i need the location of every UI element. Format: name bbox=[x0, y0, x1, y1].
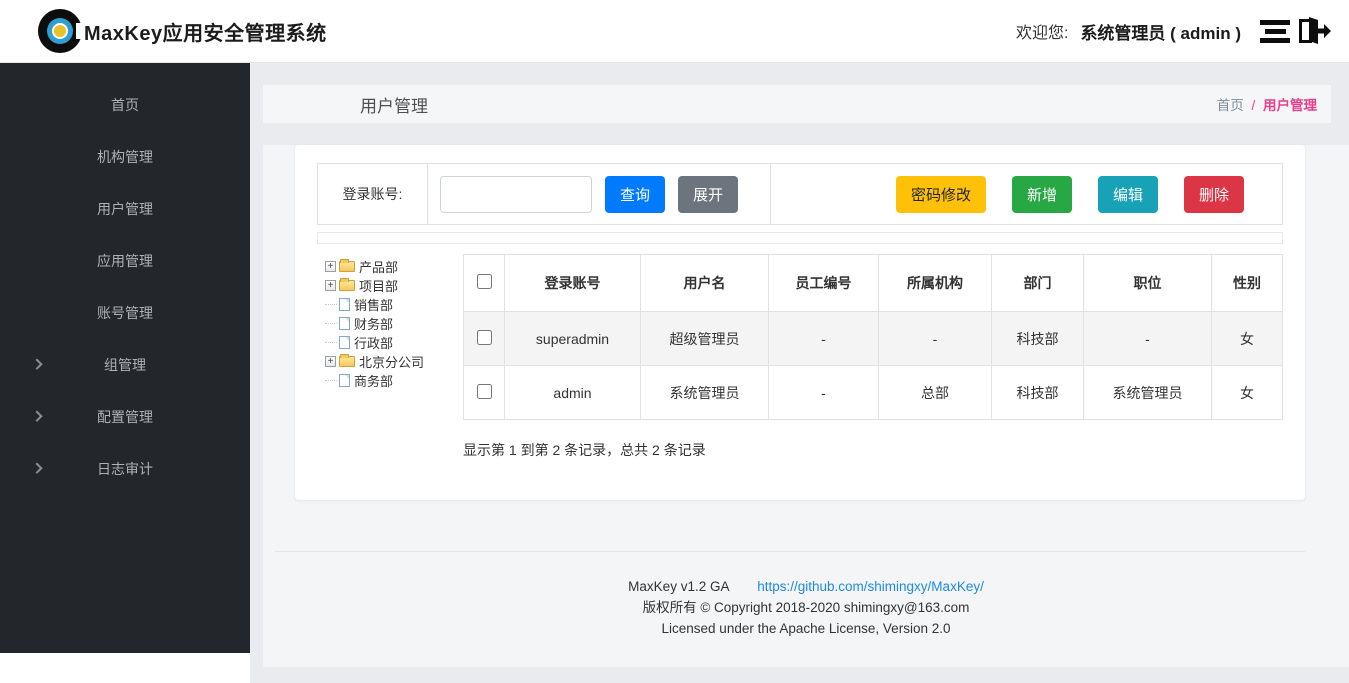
search-form: 登录账号: 查询 展开 密码修改 新增 编辑 删除 bbox=[317, 163, 1283, 225]
sidebar-item-config-mgmt[interactable]: 配置管理 bbox=[0, 391, 250, 443]
maxkey-logo-icon bbox=[38, 9, 82, 53]
col-header-organization: 所属机构 bbox=[879, 255, 992, 312]
org-tree: + 产品部 + 项目部 bbox=[317, 254, 463, 460]
table-toolbar-strip bbox=[317, 232, 1283, 244]
col-header-gender: 性别 bbox=[1212, 255, 1283, 312]
table-row-admin[interactable]: admin 系统管理员 - 总部 科技部 系统管理员 女 bbox=[464, 366, 1283, 420]
logout-icon[interactable] bbox=[1295, 14, 1331, 48]
menu-list-icon[interactable] bbox=[1259, 20, 1291, 43]
col-header-login-account: 登录账号 bbox=[505, 255, 641, 312]
tree-node-beijing-branch[interactable]: + 北京分公司 bbox=[325, 352, 463, 371]
breadcrumb-separator: / bbox=[1251, 98, 1255, 113]
records-info: 显示第 1 到第 2 条记录，总共 2 条记录 bbox=[463, 440, 1283, 460]
chevron-right-icon bbox=[31, 463, 42, 474]
sidebar-item-org-mgmt[interactable]: 机构管理 bbox=[0, 131, 250, 183]
col-header-employee-no: 员工编号 bbox=[769, 255, 879, 312]
sidebar-item-group-mgmt[interactable]: 组管理 bbox=[0, 339, 250, 391]
edit-button[interactable]: 编辑 bbox=[1098, 176, 1158, 213]
query-button[interactable]: 查询 bbox=[605, 176, 665, 213]
col-header-department: 部门 bbox=[992, 255, 1084, 312]
chevron-right-icon bbox=[31, 359, 42, 370]
current-user-label: 系统管理员 ( admin ) bbox=[1080, 19, 1241, 44]
delete-button[interactable]: 删除 bbox=[1184, 176, 1244, 213]
folder-icon bbox=[339, 356, 355, 367]
row-checkbox[interactable] bbox=[477, 330, 492, 345]
file-icon bbox=[339, 317, 350, 330]
file-icon bbox=[339, 336, 350, 349]
row-checkbox[interactable] bbox=[477, 384, 492, 399]
page-footer: MaxKey v1.2 GA https://github.com/shimin… bbox=[263, 552, 1349, 639]
select-all-checkbox[interactable] bbox=[477, 274, 492, 289]
breadcrumb-home-link[interactable]: 首页 bbox=[1217, 98, 1244, 113]
expand-icon[interactable]: + bbox=[325, 356, 336, 367]
tree-node-sales-dept[interactable]: 销售部 bbox=[325, 295, 463, 314]
folder-icon bbox=[339, 280, 355, 291]
col-header-position: 职位 bbox=[1084, 255, 1212, 312]
expand-icon[interactable]: + bbox=[325, 261, 336, 272]
content-area: 用户管理 首页 / 用户管理 登录账号: 查询 展开 bbox=[250, 63, 1349, 683]
user-area: 欢迎您: 系统管理员 ( admin ) bbox=[1016, 14, 1349, 48]
tree-node-finance-dept[interactable]: 财务部 bbox=[325, 314, 463, 333]
welcome-label: 欢迎您: bbox=[1016, 19, 1068, 43]
sidebar-item-user-mgmt[interactable]: 用户管理 bbox=[0, 183, 250, 235]
user-management-card: 登录账号: 查询 展开 密码修改 新增 编辑 删除 bbox=[295, 145, 1305, 500]
table-row-superadmin[interactable]: superadmin 超级管理员 - - 科技部 - 女 bbox=[464, 312, 1283, 366]
sidebar-item-log-audit[interactable]: 日志审计 bbox=[0, 443, 250, 495]
page-title: 用户管理 bbox=[263, 92, 428, 117]
tree-node-business-dept[interactable]: 商务部 bbox=[325, 371, 463, 390]
col-header-username: 用户名 bbox=[641, 255, 769, 312]
file-icon bbox=[339, 374, 350, 387]
table-header-row: 登录账号 用户名 员工编号 所属机构 部门 职位 性别 bbox=[464, 255, 1283, 312]
users-table: 登录账号 用户名 员工编号 所属机构 部门 职位 性别 bbox=[463, 254, 1283, 420]
brand: MaxKey应用安全管理系统 bbox=[0, 9, 327, 53]
users-table-wrap: 登录账号 用户名 员工编号 所属机构 部门 职位 性别 bbox=[463, 254, 1283, 460]
page-area: 登录账号: 查询 展开 密码修改 新增 编辑 删除 bbox=[263, 145, 1349, 667]
breadcrumb: 首页 / 用户管理 bbox=[1217, 94, 1331, 114]
tree-node-admin-dept[interactable]: 行政部 bbox=[325, 333, 463, 352]
sidebar-nav: 首页 机构管理 用户管理 应用管理 账号管理 组管理 配置管理 日志审计 bbox=[0, 63, 250, 653]
folder-icon bbox=[339, 261, 355, 272]
expand-button[interactable]: 展开 bbox=[678, 176, 738, 213]
login-account-label: 登录账号: bbox=[318, 164, 428, 224]
chevron-right-icon bbox=[31, 411, 42, 422]
top-header: MaxKey应用安全管理系统 欢迎您: 系统管理员 ( admin ) bbox=[0, 0, 1349, 63]
sidebar-item-app-mgmt[interactable]: 应用管理 bbox=[0, 235, 250, 287]
app-window: MaxKey应用安全管理系统 欢迎您: 系统管理员 ( admin ) 首页 机… bbox=[0, 0, 1349, 683]
footer-license: Licensed under the Apache License, Versi… bbox=[263, 618, 1349, 639]
tree-node-product-dept[interactable]: + 产品部 bbox=[325, 257, 463, 276]
login-account-input[interactable] bbox=[440, 176, 592, 213]
sidebar-item-home[interactable]: 首页 bbox=[0, 79, 250, 131]
app-title: MaxKey应用安全管理系统 bbox=[84, 17, 327, 46]
tree-node-project-dept[interactable]: + 项目部 bbox=[325, 276, 463, 295]
file-icon bbox=[339, 298, 350, 311]
expand-icon[interactable]: + bbox=[325, 280, 336, 291]
sidebar-item-account-mgmt[interactable]: 账号管理 bbox=[0, 287, 250, 339]
page-header-band: 用户管理 首页 / 用户管理 bbox=[263, 85, 1331, 123]
password-modify-button[interactable]: 密码修改 bbox=[896, 176, 986, 213]
add-button[interactable]: 新增 bbox=[1012, 176, 1072, 213]
footer-copyright: 版权所有 © Copyright 2018-2020 shimingxy@163… bbox=[263, 597, 1349, 618]
github-link[interactable]: https://github.com/shimingxy/MaxKey/ bbox=[757, 579, 984, 594]
breadcrumb-current: 用户管理 bbox=[1263, 98, 1317, 113]
footer-version: MaxKey v1.2 GA bbox=[628, 579, 729, 594]
